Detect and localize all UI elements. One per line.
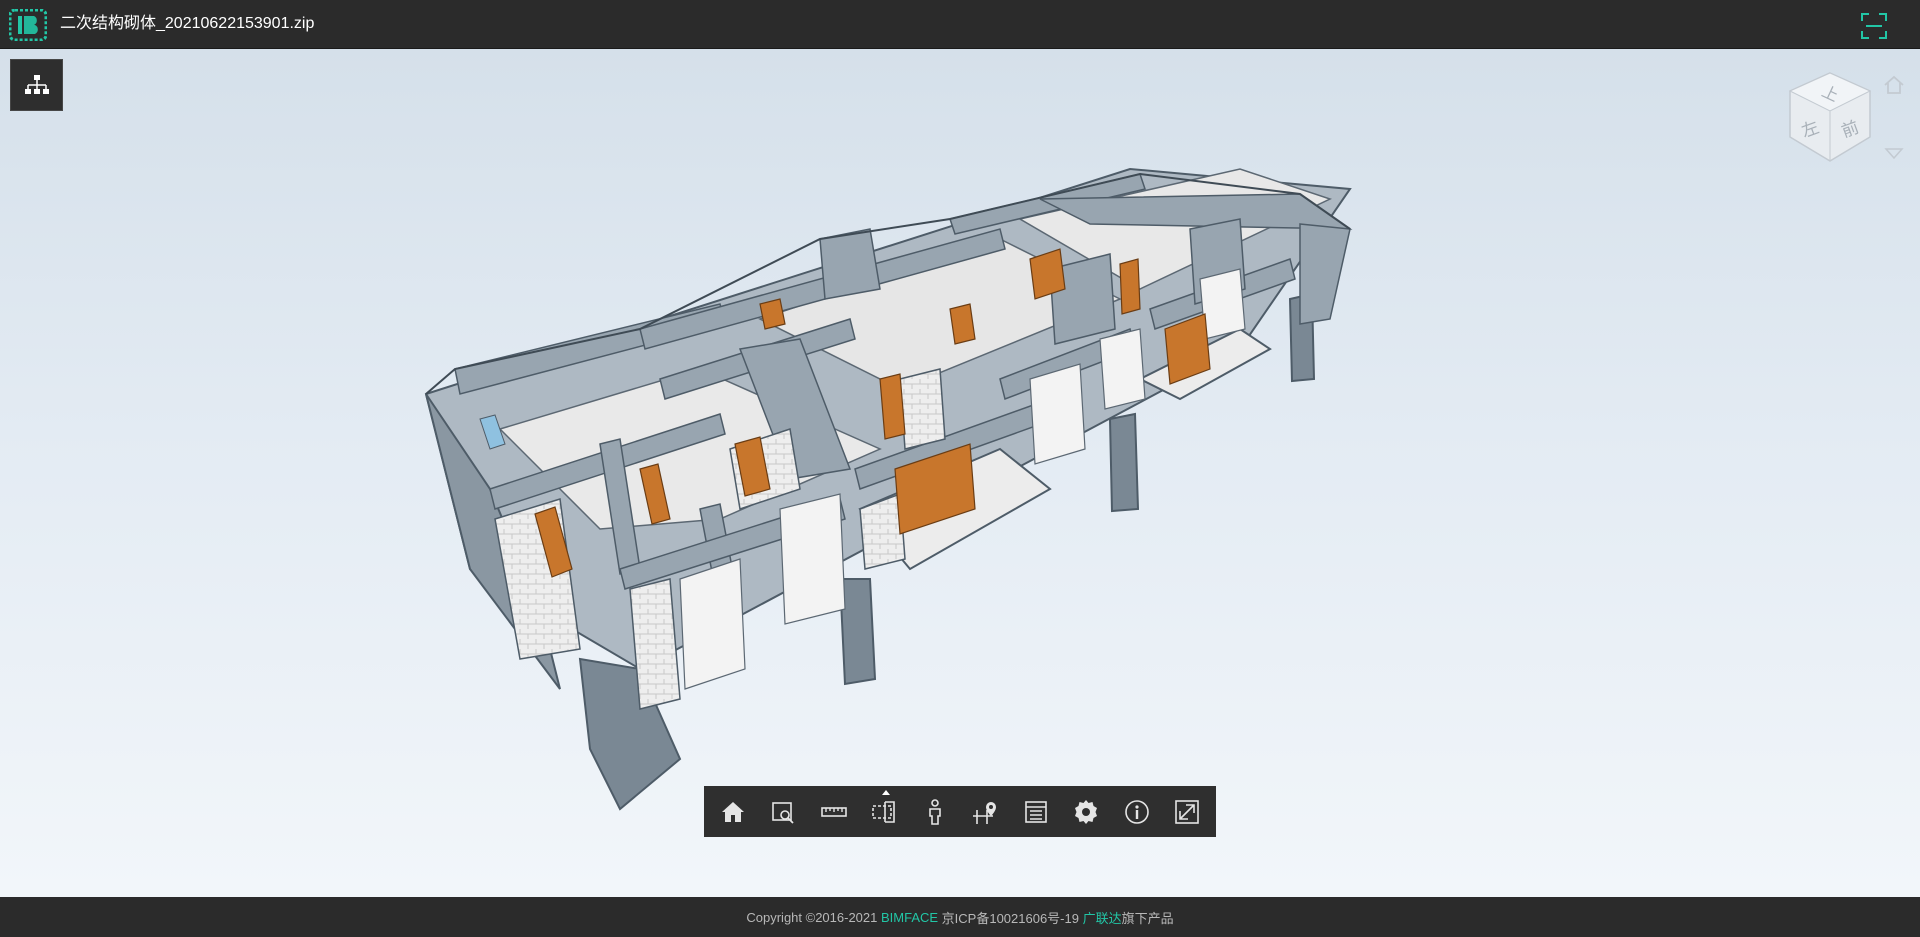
- viewcube-menu-icon[interactable]: [1884, 147, 1904, 161]
- zoom-box-icon: [772, 801, 795, 824]
- map-pin-icon: [973, 801, 997, 824]
- tool-walk[interactable]: [918, 795, 952, 829]
- tool-measure[interactable]: [817, 795, 851, 829]
- tool-section[interactable]: [867, 789, 901, 829]
- tool-settings[interactable]: [1069, 795, 1103, 829]
- building-model[interactable]: [0, 49, 1920, 897]
- tool-properties[interactable]: [1019, 795, 1053, 829]
- model-tree-icon: [25, 75, 49, 94]
- footer-copyright: Copyright ©2016-2021: [746, 909, 881, 925]
- model-tree-button[interactable]: [10, 59, 63, 111]
- tool-map[interactable]: [968, 795, 1002, 829]
- list-icon: [1024, 800, 1047, 823]
- file-name: 二次结构砌体_20210622153901.zip: [60, 15, 315, 32]
- top-header: 二次结构砌体_20210622153901.zip: [0, 0, 1920, 49]
- footer-brand-link[interactable]: BIMFACE: [881, 910, 938, 925]
- footer-suffix: 旗下产品: [1121, 910, 1174, 926]
- bottom-toolbar: [704, 786, 1216, 837]
- bimface-logo-icon[interactable]: [9, 9, 47, 41]
- fullscreen-icon: [1175, 799, 1199, 824]
- footer-company-link[interactable]: 广联达: [1083, 908, 1122, 927]
- viewcube-home-icon[interactable]: [1882, 73, 1906, 97]
- section-box-icon: [872, 800, 896, 823]
- person-icon: [928, 798, 941, 825]
- footer: Copyright ©2016-2021 BIMFACE 京ICP备100216…: [0, 897, 1920, 937]
- tool-home-view[interactable]: [716, 795, 750, 829]
- gear-icon: [1075, 799, 1098, 824]
- view-cube[interactable]: 上 左 前: [1780, 69, 1880, 169]
- info-icon: [1124, 799, 1149, 824]
- section-submenu-caret: [882, 789, 891, 795]
- ruler-icon: [821, 806, 847, 817]
- tool-fullscreen[interactable]: [1170, 795, 1204, 829]
- home-icon: [722, 801, 744, 822]
- footer-icp: 京ICP备10021606号-19: [938, 910, 1083, 926]
- tool-info[interactable]: [1120, 795, 1154, 829]
- fullscreen-scan-icon[interactable]: [1860, 12, 1888, 40]
- tool-zoom-box[interactable]: [766, 795, 800, 829]
- model-viewport[interactable]: 上 左 前: [0, 49, 1920, 897]
